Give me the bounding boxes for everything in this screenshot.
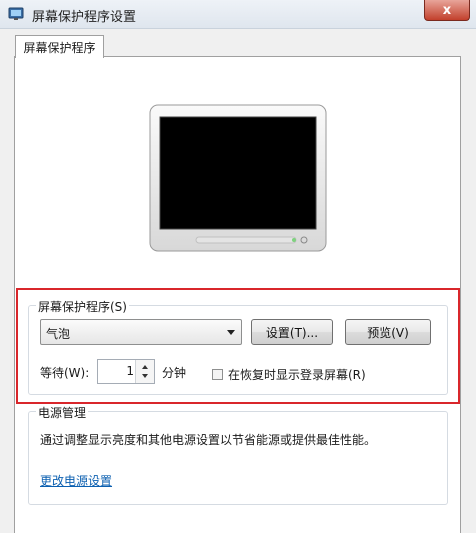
close-button[interactable]: x [424, 0, 470, 21]
tab-label: 屏幕保护程序 [23, 40, 96, 55]
title-bar: 屏幕保护程序设置 x [0, 0, 476, 29]
change-power-settings-link[interactable]: 更改电源设置 [40, 472, 112, 489]
window-title: 屏幕保护程序设置 [32, 10, 137, 25]
close-icon: x [442, 2, 452, 18]
power-group-label: 电源管理 [36, 404, 89, 421]
power-group [28, 411, 448, 505]
display-settings-icon [8, 7, 24, 20]
highlight-frame [16, 288, 460, 404]
power-description: 通过调整显示亮度和其他电源设置以节省能源或提供最佳性能。 [40, 433, 377, 447]
monitor-preview [149, 104, 327, 252]
tab-screensaver[interactable]: 屏幕保护程序 [15, 35, 104, 58]
